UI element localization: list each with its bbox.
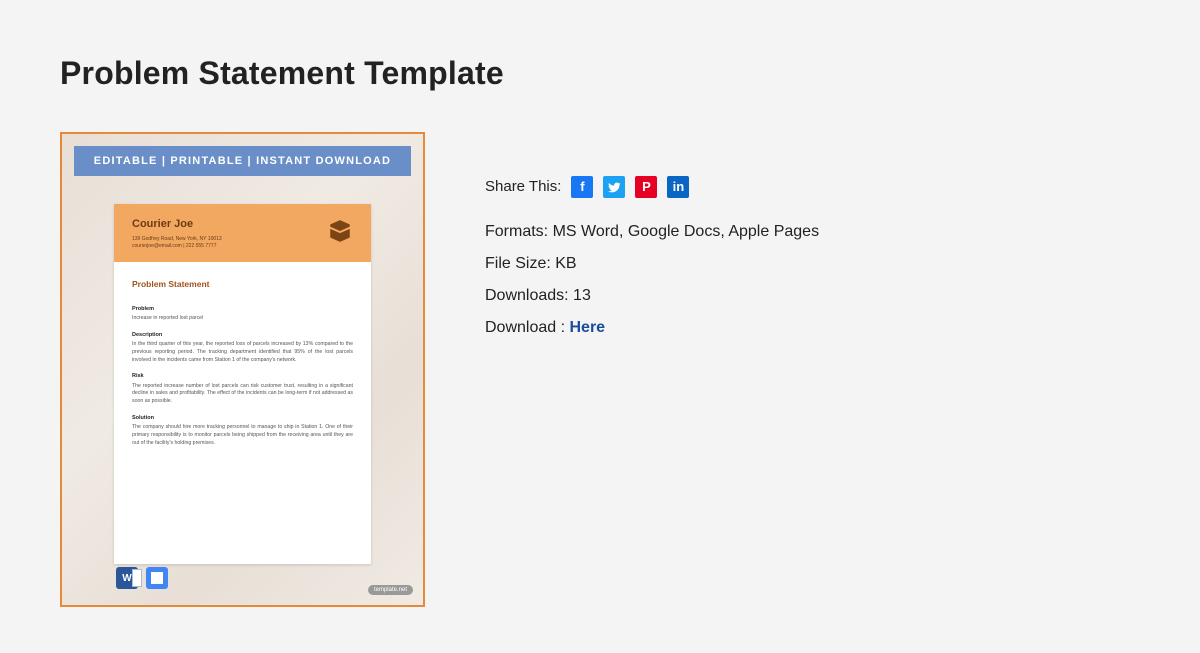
section-solution-text: The company should hire more tracking pe… bbox=[132, 424, 353, 447]
app-format-icons: W bbox=[116, 567, 168, 589]
section-solution-label: Solution bbox=[132, 414, 353, 422]
page-title: Problem Statement Template bbox=[0, 0, 1200, 92]
facebook-icon[interactable]: f bbox=[571, 176, 593, 198]
download-label: Download : bbox=[485, 319, 570, 336]
section-risk-text: The reported increase number of lost par… bbox=[132, 383, 353, 406]
share-row: Share This: f P in bbox=[485, 172, 825, 202]
filesize-value: KB bbox=[555, 255, 576, 272]
ms-word-icon: W bbox=[116, 567, 138, 589]
downloads-label: Downloads: bbox=[485, 287, 573, 304]
template-preview-card[interactable]: EDITABLE | PRINTABLE | INSTANT DOWNLOAD … bbox=[60, 132, 425, 607]
brand-address: 139 Godfrey Road, New York, NY 10013 cou… bbox=[132, 236, 353, 250]
section-risk-label: Risk bbox=[132, 372, 353, 380]
pinterest-icon[interactable]: P bbox=[635, 176, 657, 198]
download-here-link[interactable]: Here bbox=[570, 319, 606, 336]
meta-download-link-row: Download : Here bbox=[485, 312, 825, 344]
sheet-body: Problem Statement Problem Increase in re… bbox=[114, 262, 371, 458]
preview-banner: EDITABLE | PRINTABLE | INSTANT DOWNLOAD bbox=[74, 146, 411, 176]
section-description-text: In the third quarter of this year, the r… bbox=[132, 341, 353, 364]
template-source-tag: template.net bbox=[368, 585, 413, 595]
content-row: EDITABLE | PRINTABLE | INSTANT DOWNLOAD … bbox=[0, 92, 1200, 607]
brand-name: Courier Joe bbox=[132, 218, 353, 230]
section-problem-text: Increase in reported lost parcel bbox=[132, 315, 353, 323]
brand-address-line1: 139 Godfrey Road, New York, NY 10013 bbox=[132, 236, 353, 243]
package-box-icon bbox=[327, 218, 353, 244]
share-label: Share This: bbox=[485, 172, 561, 202]
template-sheet: Courier Joe 139 Godfrey Road, New York, … bbox=[114, 204, 371, 564]
filesize-label: File Size: bbox=[485, 255, 555, 272]
linkedin-icon[interactable]: in bbox=[667, 176, 689, 198]
twitter-icon[interactable] bbox=[603, 176, 625, 198]
brand-address-line2: courierjoe@email.com | 222 555 7777 bbox=[132, 243, 353, 250]
formats-label: Formats: bbox=[485, 223, 553, 240]
meta-downloads: Downloads: 13 bbox=[485, 280, 825, 312]
ps-title: Problem Statement bbox=[132, 278, 353, 291]
meta-panel: Share This: f P in Formats: MS Word, Goo… bbox=[485, 132, 825, 607]
google-docs-icon bbox=[146, 567, 168, 589]
sheet-header: Courier Joe 139 Godfrey Road, New York, … bbox=[114, 204, 371, 262]
meta-filesize: File Size: KB bbox=[485, 248, 825, 280]
formats-value: MS Word, Google Docs, Apple Pages bbox=[553, 223, 820, 240]
section-description-label: Description bbox=[132, 331, 353, 339]
meta-formats: Formats: MS Word, Google Docs, Apple Pag… bbox=[485, 216, 825, 248]
downloads-value: 13 bbox=[573, 287, 591, 304]
section-problem-label: Problem bbox=[132, 305, 353, 313]
